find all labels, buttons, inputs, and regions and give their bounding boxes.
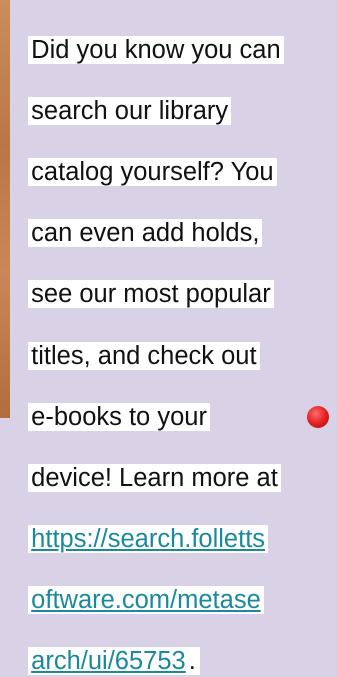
note-line-8: device! Learn more at — [28, 463, 281, 492]
note-line-6: titles, and check out — [28, 341, 260, 370]
note-line-7: e-books to your — [28, 402, 210, 431]
catalog-link-part-2[interactable]: oftware.com/metase — [28, 586, 264, 615]
catalog-link-part-1[interactable]: https://search.folletts — [28, 525, 269, 554]
note-line-3: catalog yourself? You — [28, 157, 277, 186]
note-line-2: search our library — [28, 96, 232, 125]
note-line-4: can even add holds, — [28, 219, 263, 248]
note-period: . — [188, 647, 200, 676]
pushpin-icon — [307, 406, 329, 428]
catalog-link-part-3[interactable]: arch/ui/65753 — [28, 647, 189, 676]
note-line-5: see our most popular — [28, 280, 274, 309]
note-line-1: Did you know you can — [28, 35, 284, 64]
library-catalog-note: Did you know you can search our library … — [14, 4, 334, 677]
left-wood-edge — [0, 0, 10, 418]
